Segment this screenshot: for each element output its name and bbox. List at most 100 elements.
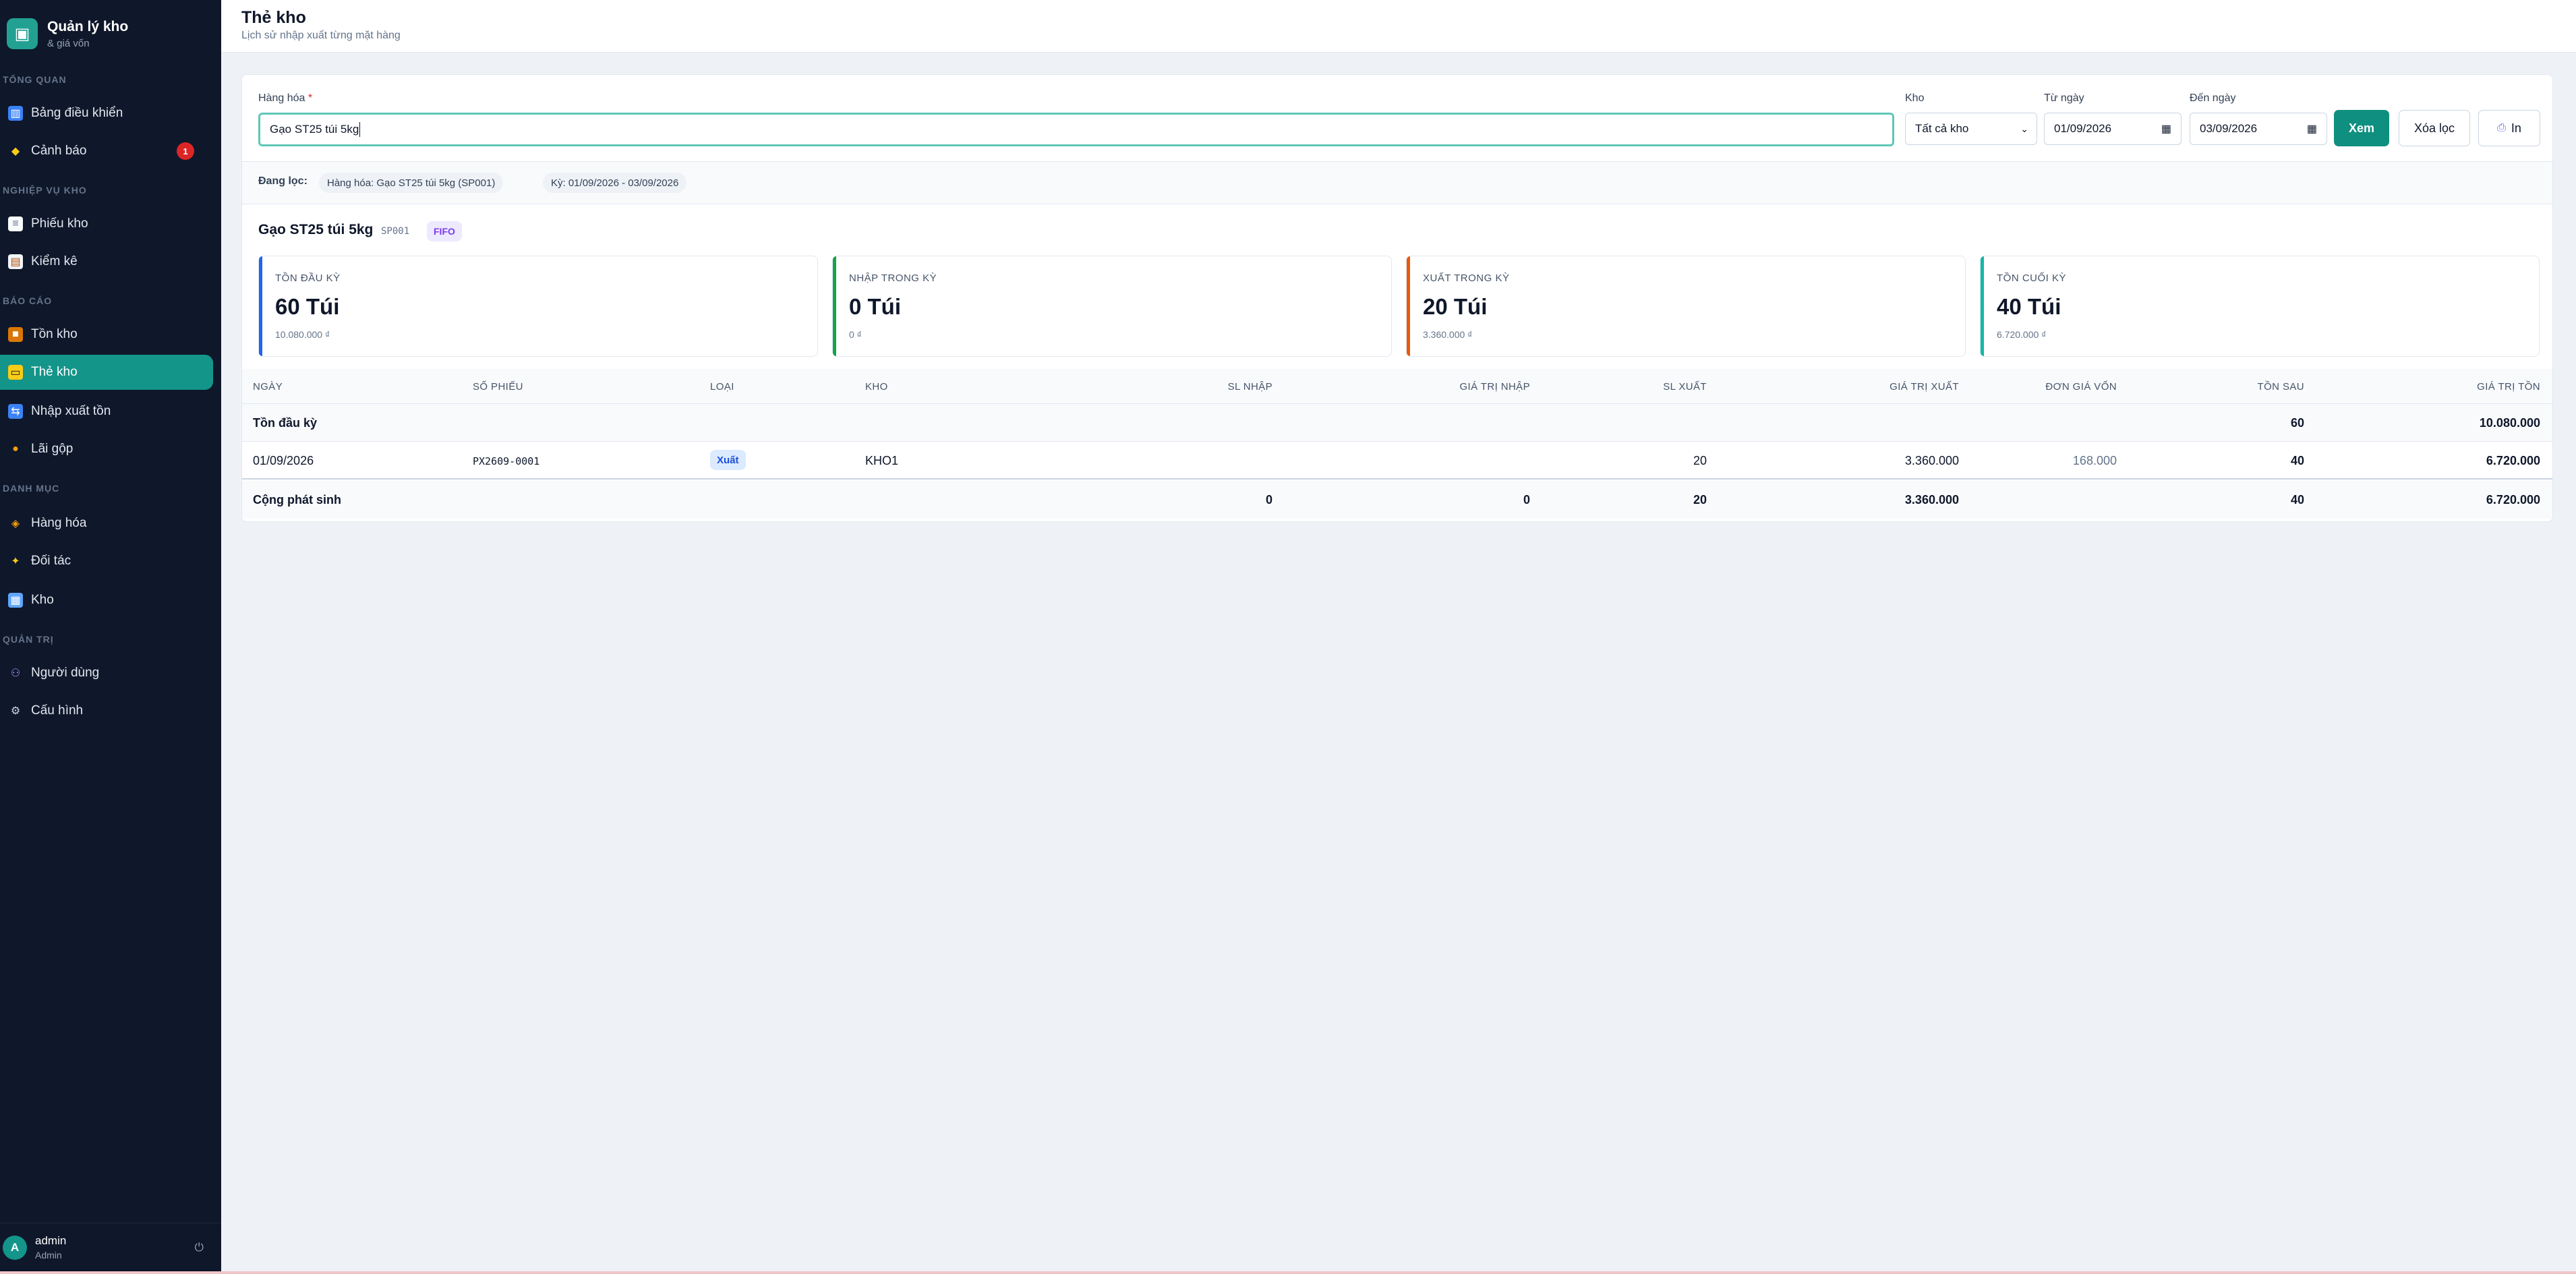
sidebar-item-label: Kiểm kê [31, 254, 78, 268]
sidebar-item-warehouses[interactable]: ▦ Kho [0, 583, 213, 618]
to-date-input[interactable]: 03/09/2026 ▦ [2190, 113, 2327, 145]
page-subtitle: Lịch sử nhập xuất từng mặt hàng [241, 30, 401, 41]
stat-amount: 3.360.000 ₫ [1423, 329, 1473, 340]
sidebar-item-settings[interactable]: ⚙ Cấu hình [0, 693, 213, 728]
stat-amount: 6.720.000 ₫ [1997, 329, 2047, 340]
section-quan-tri: QUẢN TRỊ [3, 634, 54, 645]
active-filters-bar: Đang lọc: Hàng hóa: Gạo ST25 túi 5kg (SP… [242, 161, 2552, 204]
col-balance-value: GIÁ TRỊ TỒN [2477, 381, 2540, 393]
cell-qty-out: 20 [1693, 454, 1707, 467]
stat-accent-bar [1981, 256, 1984, 356]
box-icon: ▣ [7, 18, 38, 49]
sidebar-item-label: Người dùng [31, 666, 100, 680]
stat-label: TỒN CUỐI KỲ [1997, 272, 2067, 284]
money-bag-icon: ● [12, 443, 19, 455]
sidebar-item-alerts[interactable]: ◆ Cảnh báo 1 [0, 134, 213, 169]
sidebar-item-products[interactable]: ◈ Hàng hóa [0, 506, 213, 541]
users-icon: ⚇ [10, 668, 21, 679]
to-date-label: Đến ngày [2190, 92, 2236, 104]
sidebar-item-label: Phiếu kho [31, 216, 88, 231]
clear-filter-button[interactable]: Xóa lọc [2399, 110, 2470, 146]
printer-icon: ⎙ [2497, 122, 2506, 134]
calendar-icon[interactable]: ▦ [2307, 122, 2317, 136]
product-input-value: Gạo ST25 túi 5kg [270, 123, 359, 136]
cell-balance-value: 10.080.000 [2479, 416, 2540, 430]
sidebar-item-label: Kho [31, 593, 54, 607]
print-button[interactable]: ⎙ In [2478, 110, 2540, 146]
col-voucher-no: SỐ PHIẾU [473, 381, 523, 393]
page-title: Thẻ kho [241, 8, 306, 27]
opening-balance-row: Tồn đầu kỳ 60 10.080.000 [242, 404, 2552, 442]
sidebar-item-label: Thẻ kho [31, 365, 78, 379]
swap-icon: ⇆ [8, 404, 23, 419]
cell-voucher-no[interactable]: PX2609-0001 [473, 455, 539, 467]
sidebar-item-users[interactable]: ⚇ Người dùng [0, 656, 213, 691]
total-row: Cộng phát sinh 0 0 20 3.360.000 40 6.720… [242, 481, 2552, 519]
sidebar-item-in-out-stock[interactable]: ⇆ Nhập xuất tồn [0, 394, 213, 429]
sidebar-item-partners[interactable]: ✦ Đối tác [0, 544, 213, 579]
product-search-input[interactable]: Gạo ST25 túi 5kg [258, 113, 1894, 146]
col-warehouse: KHO [865, 381, 888, 393]
view-button[interactable]: Xem [2334, 110, 2389, 146]
opening-label: Tồn đầu kỳ [253, 416, 318, 430]
total-balance-value: 6.720.000 [2486, 493, 2540, 506]
required-mark: * [308, 92, 313, 104]
product-field-label: Hàng hóa * [258, 92, 312, 105]
brand-title: Quản lý kho [47, 18, 129, 34]
total-qty-out: 20 [1693, 493, 1707, 506]
clipboard-icon: ▤ [8, 254, 23, 269]
costing-method-badge: FIFO [427, 221, 462, 241]
sidebar-item-label: Cấu hình [31, 703, 84, 718]
stat-accent-bar [1407, 256, 1410, 356]
card-icon: ▭ [8, 365, 23, 380]
warehouse-icon: ▦ [8, 593, 23, 608]
col-unit-cost: ĐƠN GIÁ VỐN [2045, 381, 2117, 393]
gear-icon: ⚙ [10, 705, 21, 717]
cell-value-out: 3.360.000 [1904, 454, 1959, 467]
text-cursor [359, 122, 361, 137]
sidebar-item-dashboard[interactable]: ▥ Bảng điều khiển [0, 96, 213, 131]
stat-imports: NHẬP TRONG KỲ 0 Túi 0 ₫ [832, 256, 1392, 357]
warehouse-label: Kho [1905, 92, 1925, 104]
section-bao-cao: BÁO CÁO [3, 295, 53, 306]
sidebar-item-stocktake[interactable]: ▤ Kiểm kê [0, 244, 213, 279]
table-header: NGÀY SỐ PHIẾU LOẠI KHO SL NHẬP GIÁ TRỊ N… [242, 369, 2552, 404]
col-value-out: GIÁ TRỊ XUẤT [1890, 381, 1959, 393]
filter-chip-period[interactable]: Kỳ: 01/09/2026 - 03/09/2026 [543, 173, 687, 193]
sidebar-item-receipts[interactable]: ≡ Phiếu kho [0, 206, 213, 241]
section-danh-muc: DANH MỤC [3, 483, 60, 494]
sidebar-item-inventory[interactable]: ■ Tồn kho [0, 317, 213, 352]
filter-chip-product[interactable]: Hàng hóa: Gạo ST25 túi 5kg (SP001) [319, 173, 504, 193]
sidebar-item-label: Hàng hóa [31, 516, 87, 530]
product-code: SP001 [381, 226, 410, 237]
from-date-input[interactable]: 01/09/2026 ▦ [2044, 113, 2182, 145]
package-icon: ■ [8, 327, 23, 342]
table-row[interactable]: 01/09/2026 PX2609-0001 Xuất KHO1 20 3.36… [242, 442, 2552, 480]
user-role: Admin [35, 1250, 62, 1261]
sidebar-item-gross-profit[interactable]: ● Lãi gộp [0, 432, 213, 467]
sidebar-item-label: Đối tác [31, 554, 71, 568]
active-filters-label: Đang lọc: [258, 175, 308, 187]
product-label-text: Hàng hóa [258, 92, 305, 104]
warehouse-select[interactable]: Tất cả kho ⌄ [1905, 113, 2037, 145]
handshake-icon: ✦ [11, 556, 20, 567]
sidebar-item-label: Tồn kho [31, 327, 78, 341]
bell-icon: ◆ [11, 146, 20, 157]
cell-balance-qty: 40 [2290, 454, 2304, 467]
type-badge: Xuất [710, 450, 746, 470]
stat-amount: 10.080.000 ₫ [275, 329, 330, 340]
logout-icon[interactable]: ⏻ [195, 1241, 204, 1254]
stat-accent-bar [833, 256, 836, 356]
stat-value: 0 Túi [849, 294, 902, 319]
section-nghiep-vu-kho: NGHIỆP VỤ KHO [3, 185, 87, 196]
stat-label: XUẤT TRONG KỲ [1423, 272, 1510, 284]
brand[interactable]: ▣ Quản lý kho & giá vốn [7, 13, 128, 54]
sidebar-item-stock-card[interactable]: ▭ Thẻ kho [0, 355, 213, 390]
from-date-label: Từ ngày [2044, 92, 2084, 104]
calendar-icon[interactable]: ▦ [2161, 122, 2171, 136]
chart-icon: ▥ [8, 106, 23, 121]
chevron-down-icon: ⌄ [2020, 123, 2028, 134]
bottom-edge [0, 1271, 2576, 1274]
user-profile[interactable]: A admin Admin ⏻ [0, 1223, 221, 1271]
product-name: Gạo ST25 túi 5kg [258, 222, 374, 237]
